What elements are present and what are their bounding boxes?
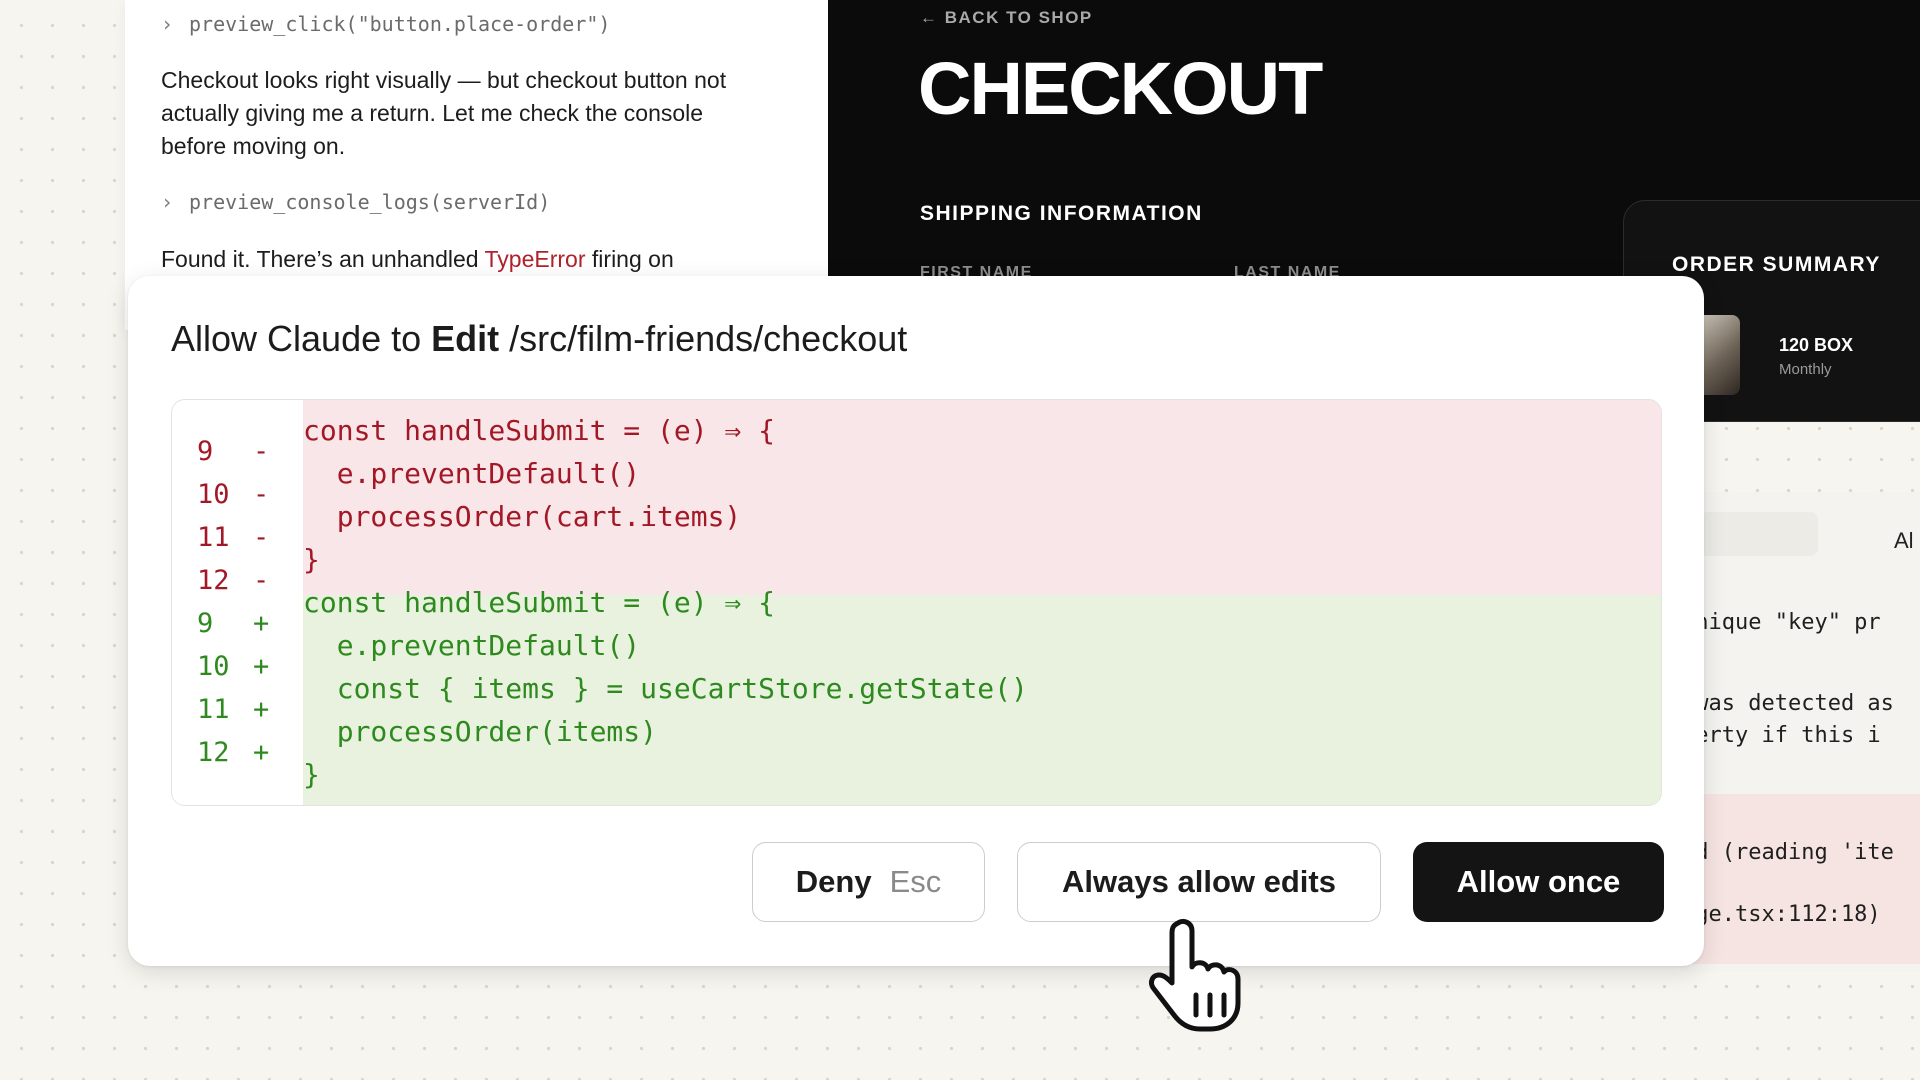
diff-line-number: 12- xyxy=(197,565,270,596)
diff-code-line: } xyxy=(303,758,320,791)
console-line: perty if this i xyxy=(1682,723,1881,748)
allow-once-button[interactable]: Allow once xyxy=(1413,842,1664,922)
item-plan: Monthly xyxy=(1779,361,1832,378)
console-error-block: ed (reading 'ite ) age.tsx:112:18) xyxy=(1680,794,1920,964)
diff-line-number: 9 + xyxy=(197,608,270,639)
chevron-right-icon[interactable]: › xyxy=(161,190,181,214)
diff-code-line: const handleSubmit = (e) ⇒ { xyxy=(303,586,776,619)
deny-shortcut: Esc xyxy=(889,864,942,899)
assistant-message: Checkout looks right visually — but chec… xyxy=(161,67,727,159)
diff-line-number: 9- xyxy=(197,436,270,467)
diff-code-line: const { items } = useCartStore.getState(… xyxy=(303,672,1028,705)
diff-code-line: e.preventDefault() xyxy=(303,629,641,662)
permission-dialog: Allow Claude to Edit /src/film-friends/c… xyxy=(128,276,1704,966)
order-summary-title: ORDER SUMMARY xyxy=(1672,253,1881,276)
console-tab[interactable] xyxy=(1700,512,1818,556)
tool-call-label: preview_console_logs(serverId) xyxy=(189,190,551,214)
console-tabbar xyxy=(1680,512,1920,556)
error-type: TypeError xyxy=(484,246,586,272)
chevron-right-icon[interactable]: › xyxy=(161,12,181,36)
diff-line-number: 12 + xyxy=(197,737,270,768)
console-panel: Al unique "key" pr was detected as perty… xyxy=(1680,492,1920,972)
page-title: CHECKOUT xyxy=(918,47,1323,130)
diff-code-line: e.preventDefault() xyxy=(303,457,641,490)
back-to-shop-link[interactable]: ← BACK TO SHOP xyxy=(920,8,1093,28)
deny-button[interactable]: Deny Esc xyxy=(752,842,985,922)
console-tab-label[interactable]: Al xyxy=(1894,528,1914,554)
dialog-title-prefix: Allow Claude to xyxy=(171,318,432,359)
arrow-left-icon: ← xyxy=(920,8,939,27)
message-text: firing on xyxy=(585,246,674,272)
tool-call-console-logs[interactable]: › preview_console_logs(serverId) xyxy=(161,190,550,214)
dialog-title: Allow Claude to Edit /src/film-friends/c… xyxy=(171,318,907,360)
back-link-label: BACK TO SHOP xyxy=(944,8,1093,27)
section-title: SHIPPING INFORMATION xyxy=(920,202,1203,225)
dialog-title-path: /src/film-friends/checkout xyxy=(499,318,908,359)
always-allow-edits-button[interactable]: Always allow edits xyxy=(1017,842,1381,922)
diff-code-line: processOrder(cart.items) xyxy=(303,500,742,533)
tool-call-click[interactable]: › preview_click("button.place-order") xyxy=(161,12,610,36)
diff-line-number: 10- xyxy=(197,479,270,510)
diff-code-line: const handleSubmit = (e) ⇒ { xyxy=(303,414,776,447)
console-error-line: age.tsx:112:18) xyxy=(1682,902,1881,927)
diff-gutter xyxy=(172,400,303,805)
diff-line-number: 11- xyxy=(197,522,270,553)
hand-pointer-icon xyxy=(1149,918,1241,1032)
diff-code-line: } xyxy=(303,543,320,576)
console-line: unique "key" pr xyxy=(1682,610,1881,635)
diff-code-line: processOrder(items) xyxy=(303,715,658,748)
message-text: Found it. There’s an unhandled xyxy=(161,246,485,272)
console-line: was detected as xyxy=(1682,691,1894,716)
console-error-line: ed (reading 'ite xyxy=(1682,840,1894,865)
tool-call-label: preview_click("button.place-order") xyxy=(189,12,611,36)
dialog-title-action: Edit xyxy=(431,318,500,359)
diff-line-number: 11 + xyxy=(197,694,270,725)
assistant-message: Found it. There’s an unhandled TypeError… xyxy=(161,243,771,276)
item-name: 120 BOX xyxy=(1779,335,1854,355)
code-diff: 9- 10- 11- 12- const handleSubmit = (e) … xyxy=(171,399,1662,806)
diff-line-number: 10 + xyxy=(197,651,270,682)
deny-label: Deny xyxy=(795,864,872,899)
